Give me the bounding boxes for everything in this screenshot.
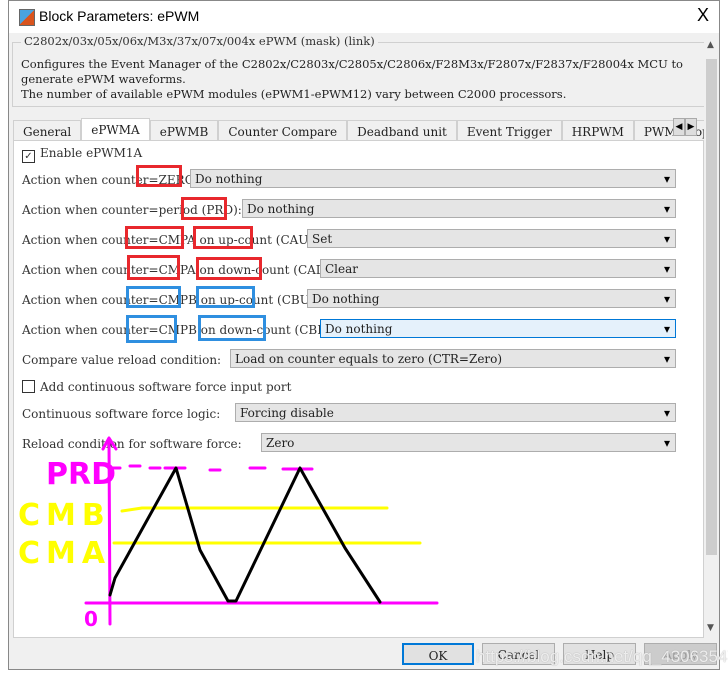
sketch-label-prd: PRD — [46, 457, 116, 492]
counter-waveform — [108, 466, 382, 604]
sketch-label-zero: 0 — [84, 607, 98, 631]
cmb-line — [120, 506, 389, 513]
handdrawn-sketch: PRD CMB CMA 0 — [18, 436, 439, 631]
ok-button[interactable]: OK — [402, 643, 474, 665]
sketch-label-cma: CMA — [18, 536, 111, 571]
prd-dashed-line — [110, 464, 314, 472]
watermark: https://blog.csdn.net/qq_43063547 — [476, 647, 728, 666]
sketch-label-cmb: CMB — [18, 498, 111, 533]
